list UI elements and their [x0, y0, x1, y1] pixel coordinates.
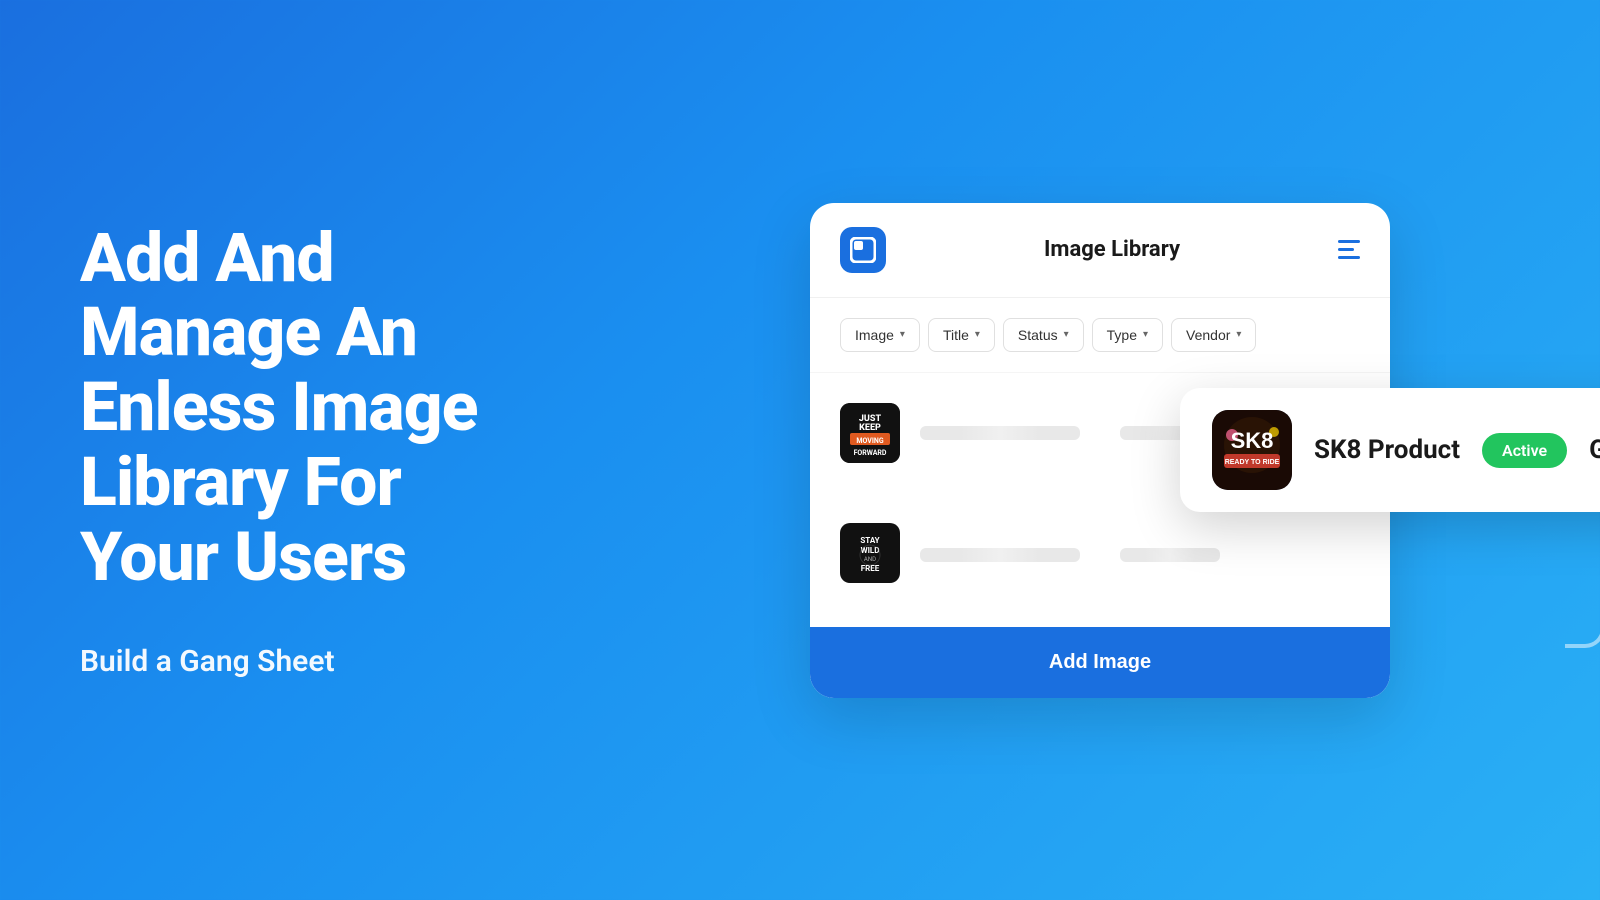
svg-text:STAY: STAY: [860, 536, 879, 545]
product-image: JUST KEEP MOVING FORWARD: [840, 403, 900, 463]
hamburger-menu-icon[interactable]: [1338, 240, 1360, 259]
filter-bar: Image ▾ Title ▾ Status ▾ Type ▾ Vendor ▾: [810, 298, 1390, 373]
chevron-down-icon: ▾: [1236, 329, 1241, 340]
chevron-down-icon: ▾: [1064, 329, 1069, 340]
table-row: STAY WILD AND FREE: [810, 503, 1390, 607]
card-header: Image Library: [810, 203, 1390, 298]
left-section: Add And Manage An Enless Image Library F…: [0, 161, 600, 740]
chevron-down-icon: ▾: [975, 329, 980, 340]
skeleton-title: [920, 548, 1080, 562]
main-heading: Add And Manage An Enless Image Library F…: [80, 221, 520, 595]
add-image-button[interactable]: Add Image: [810, 627, 1390, 698]
app-logo-icon: [840, 227, 886, 273]
filter-type-button[interactable]: Type ▾: [1092, 318, 1163, 352]
product-name: SK8 Product: [1314, 435, 1460, 465]
product-image: STAY WILD AND FREE: [840, 523, 900, 587]
filter-status-label: Status: [1018, 327, 1058, 343]
filter-vendor-label: Vendor: [1186, 327, 1230, 343]
right-section: Image Library Image ▾ Title ▾ Status ▾: [600, 0, 1600, 900]
sub-heading: Build a Gang Sheet: [80, 644, 520, 679]
status-badge: Active: [1482, 433, 1567, 468]
chevron-down-icon: ▾: [900, 329, 905, 340]
svg-text:KEEP: KEEP: [859, 423, 881, 433]
sk8-product-image: SK8 READY TO RIDE: [1212, 410, 1292, 490]
filter-type-label: Type: [1107, 327, 1137, 343]
filter-status-button[interactable]: Status ▾: [1003, 318, 1084, 352]
filter-title-label: Title: [943, 327, 969, 343]
svg-text:MOVING: MOVING: [856, 437, 883, 445]
skeleton-status: [1120, 548, 1220, 562]
filter-title-button[interactable]: Title ▾: [928, 318, 995, 352]
filter-image-button[interactable]: Image ▾: [840, 318, 920, 352]
svg-text:AND: AND: [864, 556, 876, 563]
highlighted-product-row[interactable]: SK8 READY TO RIDE SK8 Product Active Gan…: [1180, 388, 1600, 512]
filter-image-label: Image: [855, 327, 894, 343]
svg-text:READY TO RIDE: READY TO RIDE: [1225, 459, 1280, 466]
chevron-down-icon: ▾: [1143, 329, 1148, 340]
svg-text:FORWARD: FORWARD: [854, 449, 887, 457]
card-title: Image Library: [1044, 237, 1180, 262]
skeleton-title: [920, 426, 1080, 440]
product-type: Gang Sheet: [1589, 435, 1600, 465]
curve-decoration: [1565, 608, 1600, 648]
filter-vendor-button[interactable]: Vendor ▾: [1171, 318, 1256, 352]
svg-text:SK8: SK8: [1231, 428, 1274, 453]
